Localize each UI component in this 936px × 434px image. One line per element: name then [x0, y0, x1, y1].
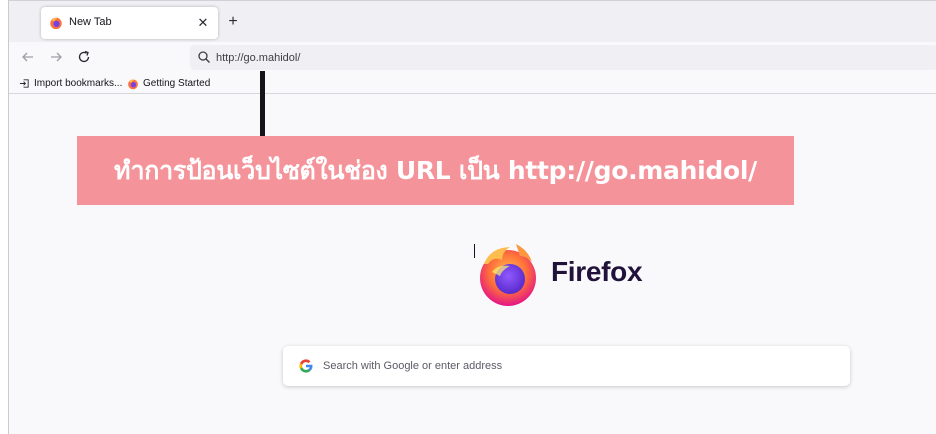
arrow-right-icon [51, 52, 62, 62]
forward-button[interactable] [47, 48, 65, 66]
bookmark-label: Getting Started [143, 78, 211, 89]
firefox-wordmark: Firefox [551, 256, 643, 287]
firefox-logo-icon [480, 244, 536, 306]
google-icon [299, 359, 313, 373]
import-icon [19, 79, 29, 88]
browser-window: New Tab ✕ + http://go.mahidol/ Import bo… [8, 0, 936, 434]
bookmark-label: Import bookmarks... [34, 78, 123, 89]
newtab-search-input[interactable] [323, 355, 823, 377]
annotation-text: ทำการป้อนเว็บไซต์ในช่อง URL เป็น http://… [114, 155, 757, 185]
firefox-icon [128, 78, 138, 89]
url-input[interactable] [216, 47, 716, 68]
newtab-search-box[interactable] [283, 346, 850, 386]
tab-new-tab[interactable]: New Tab ✕ [41, 7, 218, 39]
url-bar[interactable] [190, 45, 936, 70]
bookmarks-toolbar: Import bookmarks... Getting Started [9, 72, 936, 94]
annotation-pointer-line [260, 71, 265, 137]
bookmark-import[interactable]: Import bookmarks... [19, 76, 122, 91]
tab-title: New Tab [69, 16, 112, 28]
back-button[interactable] [19, 48, 37, 66]
search-icon [198, 51, 210, 63]
bookmark-getting-started[interactable]: Getting Started [127, 76, 210, 91]
firefox-icon [50, 17, 62, 30]
close-icon[interactable]: ✕ [194, 14, 212, 32]
text-caret [474, 244, 475, 258]
nav-toolbar [9, 42, 936, 72]
new-tab-button[interactable]: + [223, 12, 243, 32]
tab-strip: New Tab ✕ + [9, 0, 936, 42]
reload-button[interactable] [75, 48, 93, 66]
reload-icon [78, 50, 90, 63]
arrow-left-icon [22, 52, 33, 62]
annotation-banner: ทำการป้อนเว็บไซต์ในช่อง URL เป็น http://… [77, 136, 794, 205]
